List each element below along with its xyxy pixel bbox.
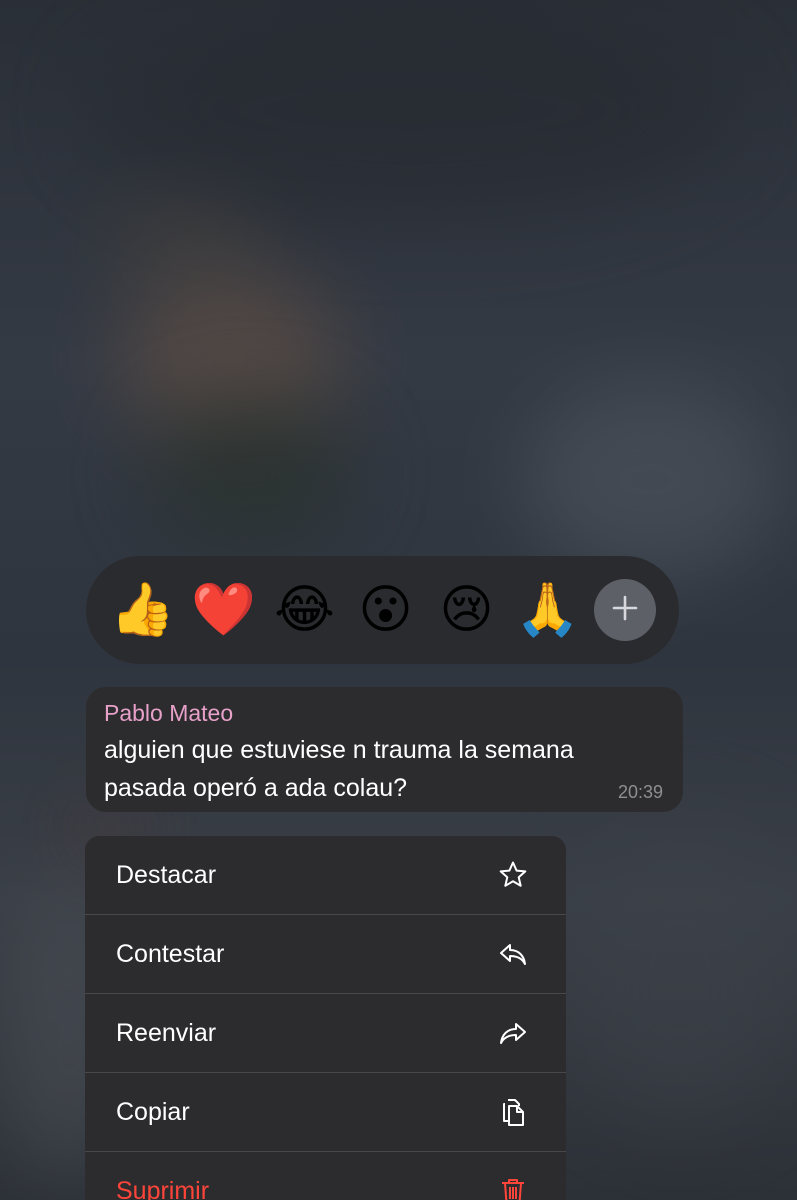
- menu-item-reenviar[interactable]: Reenviar: [85, 994, 566, 1073]
- reaction-red-heart[interactable]: ❤️: [183, 570, 264, 651]
- reaction-surprised[interactable]: 😮: [345, 570, 426, 651]
- menu-item-label: Destacar: [116, 860, 217, 889]
- sender-name: Pablo Mateo: [104, 700, 234, 726]
- menu-item-contestar[interactable]: Contestar: [85, 915, 566, 994]
- message-text: alguien que estuviese n trauma la semana…: [104, 736, 574, 802]
- reaction-thumbs-up[interactable]: 👍: [102, 570, 183, 651]
- plus-icon: [610, 593, 640, 628]
- more-reactions-button[interactable]: [594, 579, 656, 641]
- menu-item-copiar[interactable]: Copiar: [85, 1073, 566, 1152]
- menu-item-label: Suprimir: [116, 1176, 210, 1200]
- menu-item-suprimir[interactable]: Suprimir: [85, 1152, 566, 1200]
- reaction-crying[interactable]: 😢: [426, 570, 507, 651]
- reaction-folded-hands[interactable]: 🙏: [507, 570, 588, 651]
- context-menu: Destacar Contestar Reenviar Copiar Supri…: [85, 836, 566, 1200]
- forward-icon: [496, 1016, 530, 1050]
- copy-icon: [496, 1095, 530, 1129]
- message-bubble[interactable]: Pablo Mateo alguien que estuviese n trau…: [86, 687, 683, 812]
- menu-item-label: Reenviar: [116, 1018, 217, 1047]
- reaction-bar: 👍 ❤️ 😂 😮 😢 🙏: [86, 556, 679, 664]
- star-icon: [496, 858, 530, 892]
- menu-item-label: Contestar: [116, 939, 225, 968]
- menu-item-label: Copiar: [116, 1097, 190, 1126]
- reaction-tears-of-joy[interactable]: 😂: [264, 570, 345, 651]
- trash-icon: [496, 1174, 530, 1200]
- message-time: 20:39: [617, 782, 663, 802]
- menu-item-destacar[interactable]: Destacar: [85, 836, 566, 915]
- reply-icon: [496, 937, 530, 971]
